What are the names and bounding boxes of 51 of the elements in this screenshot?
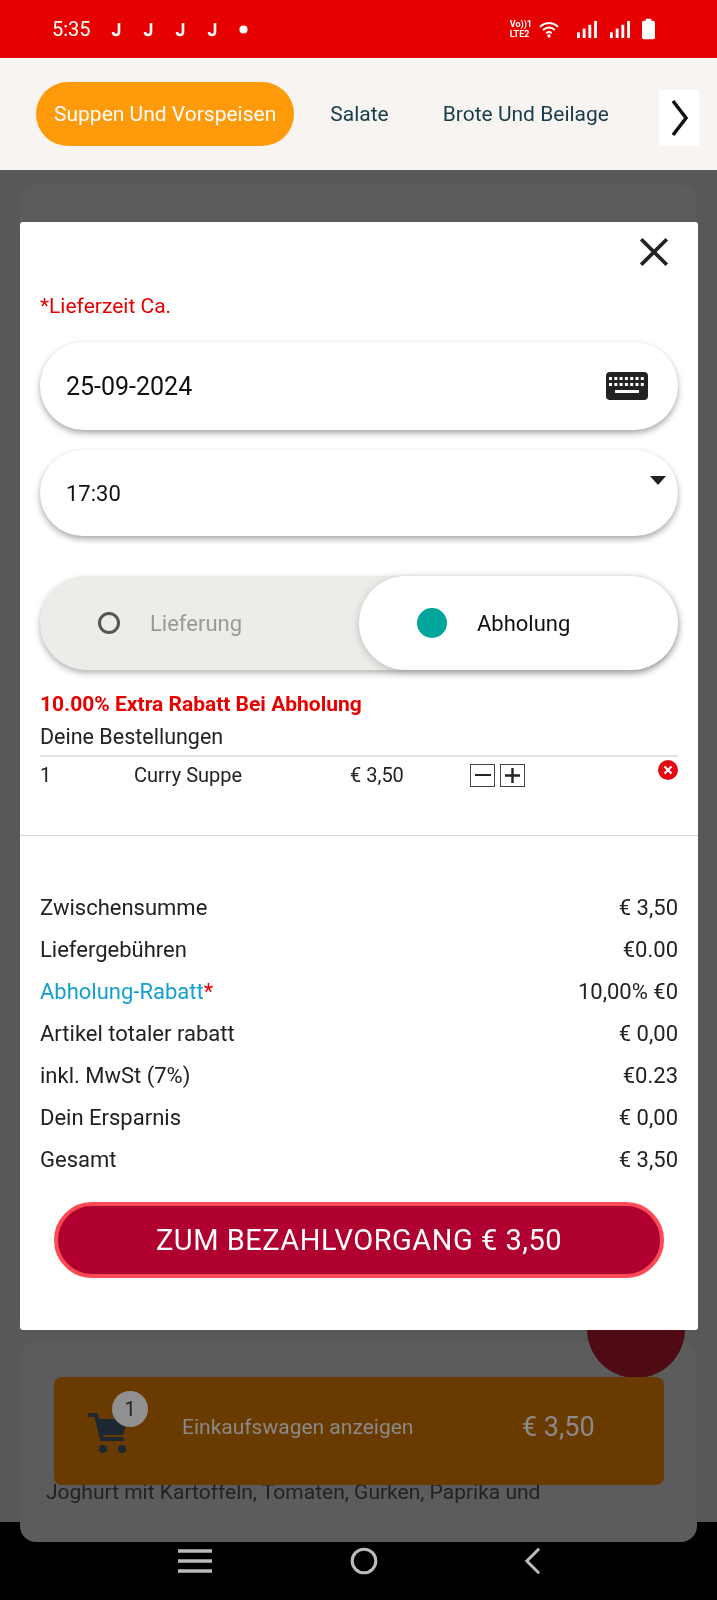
time-value: 17:30 <box>66 480 121 506</box>
notification-icon <box>110 21 123 37</box>
category-tab[interactable]: Brote Und Beilage <box>424 82 627 146</box>
notification-icon <box>206 21 219 37</box>
summary-value: € 3,50 <box>618 1146 678 1172</box>
cart-count-badge: 1 <box>112 1391 148 1427</box>
signal-icon <box>609 19 630 39</box>
date-field[interactable]: 25-09-2024 <box>40 342 678 430</box>
category-tab[interactable]: Salate <box>312 82 407 146</box>
wifi-icon <box>538 20 560 38</box>
cart-label: Einkaufswagen anzeigen <box>182 1415 414 1439</box>
increase-button[interactable] <box>500 763 525 787</box>
status-time: 5:35 <box>52 17 91 41</box>
item-quantity: 1 <box>40 763 53 787</box>
summary-value: € 3,50 <box>618 894 678 920</box>
fulfillment-option[interactable]: Abholung <box>359 576 678 670</box>
date-value: 25-09-2024 <box>66 371 193 401</box>
notification-icon <box>142 21 155 37</box>
decrease-button[interactable] <box>470 763 495 787</box>
summary-value: € 0,00 <box>618 1104 678 1130</box>
cart-bar[interactable]: 1 Einkaufswagen anzeigen € 3,50 <box>54 1377 664 1485</box>
summary-value: €0.00 <box>622 936 678 962</box>
dot-icon <box>238 24 248 34</box>
checkout-button[interactable]: ZUM BEZAHLVORGANG € 3,50 <box>54 1202 664 1278</box>
minus-icon <box>474 774 491 776</box>
keyboard-icon <box>606 372 648 400</box>
summary-label: Abholung-Rabatt* <box>40 978 214 1004</box>
discount-note: 10.00% Extra Rabatt Bei Abholung <box>40 692 363 716</box>
delivery-time-label: *Lieferzeit Ca. <box>40 294 173 318</box>
summary-label: Gesamt <box>40 1146 117 1172</box>
battery-icon <box>642 18 655 40</box>
caret-icon <box>650 475 666 485</box>
cart-total: € 3,50 <box>522 1411 595 1443</box>
summary-label: inkl. MwSt (7%) <box>40 1062 191 1088</box>
time-select[interactable]: 17:30 <box>40 450 678 536</box>
summary-label: Zwischensumme <box>40 894 208 920</box>
summary-label: Liefergebühren <box>40 936 187 962</box>
network-label: Vo))1 LTE2 <box>509 19 532 39</box>
signal-icon <box>576 19 597 39</box>
summary-value: 10,00% €0 <box>577 978 678 1004</box>
summary-value: €0.23 <box>622 1062 678 1088</box>
next-button[interactable] <box>659 90 699 146</box>
orders-heading: Deine Bestellungen <box>40 724 678 757</box>
menu-icon[interactable] <box>177 1547 212 1575</box>
item-name: Curry Suppe <box>134 763 244 787</box>
notification-icon <box>174 21 187 37</box>
remove-icon[interactable] <box>658 760 678 780</box>
summary-label: Artikel totaler rabatt <box>40 1020 235 1046</box>
summary-label: Dein Ersparnis <box>40 1104 181 1130</box>
item-price: € 3,50 <box>350 763 405 787</box>
summary-value: € 0,00 <box>618 1020 678 1046</box>
